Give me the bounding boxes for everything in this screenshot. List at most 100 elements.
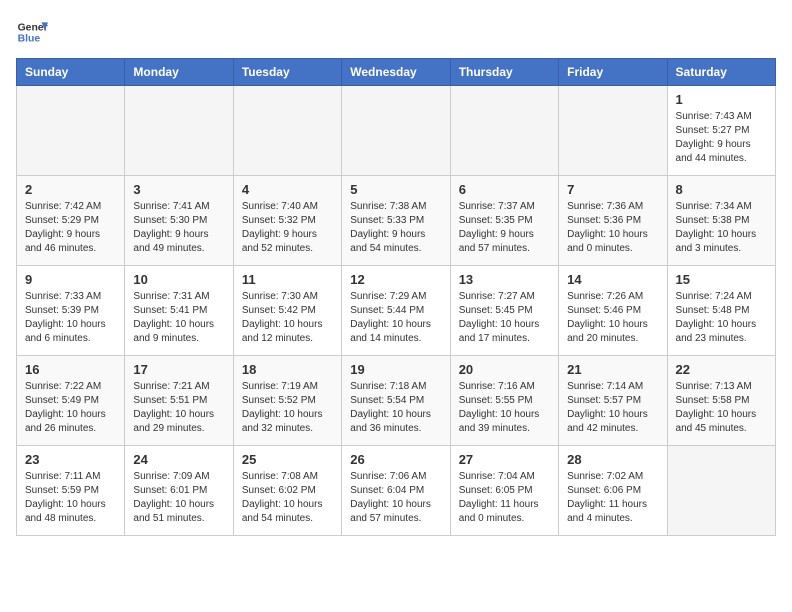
day-number: 28 [567,452,658,467]
calendar-cell [667,446,775,536]
day-info: Sunrise: 7:13 AM Sunset: 5:58 PM Dayligh… [676,380,767,436]
day-number: 20 [459,362,550,377]
calendar-cell: 21 Sunrise: 7:14 AM Sunset: 5:57 PM Dayli… [559,356,667,446]
calendar-cell: 28Sunrise: 7:02 AM Sunset: 6:06 PM Dayli… [559,446,667,536]
calendar-cell: 24 Sunrise: 7:09 AM Sunset: 6:01 PM Dayli… [125,446,233,536]
day-number: 11 [242,272,333,287]
day-info: Sunrise: 7:16 AM Sunset: 5:55 PM Dayligh… [459,380,550,436]
calendar-cell: 3 Sunrise: 7:41 AM Sunset: 5:30 PM Daylig… [125,176,233,266]
day-number: 16 [25,362,116,377]
calendar-cell: 16Sunrise: 7:22 AM Sunset: 5:49 PM Dayli… [17,356,125,446]
calendar-cell: 12 Sunrise: 7:29 AM Sunset: 5:44 PM Dayli… [342,266,450,356]
day-info: Sunrise: 7:30 AM Sunset: 5:42 PM Dayligh… [242,290,333,346]
calendar-cell: 10 Sunrise: 7:31 AM Sunset: 5:41 PM Dayli… [125,266,233,356]
calendar-cell: 26 Sunrise: 7:06 AM Sunset: 6:04 PM Dayli… [342,446,450,536]
calendar-cell: 11 Sunrise: 7:30 AM Sunset: 5:42 PM Dayli… [233,266,341,356]
day-info: Sunrise: 7:40 AM Sunset: 5:32 PM Dayligh… [242,200,333,256]
day-number: 21 [567,362,658,377]
weekday-header: Wednesday [342,59,450,86]
calendar-cell: 15 Sunrise: 7:24 AM Sunset: 5:48 PM Dayli… [667,266,775,356]
day-info: Sunrise: 7:04 AM Sunset: 6:05 PM Dayligh… [459,470,550,526]
calendar-table: SundayMondayTuesdayWednesdayThursdayFrid… [16,58,776,536]
calendar-week-row: 23 Sunrise: 7:11 AM Sunset: 5:59 PM Dayli… [17,446,776,536]
day-number: 13 [459,272,550,287]
calendar-cell: 4 Sunrise: 7:40 AM Sunset: 5:32 PM Daylig… [233,176,341,266]
day-number: 10 [133,272,224,287]
day-number: 7 [567,182,658,197]
calendar-cell: 5 Sunrise: 7:38 AM Sunset: 5:33 PM Daylig… [342,176,450,266]
calendar-cell: 14 Sunrise: 7:26 AM Sunset: 5:46 PM Dayli… [559,266,667,356]
day-number: 25 [242,452,333,467]
calendar-cell: 2 Sunrise: 7:42 AM Sunset: 5:29 PM Daylig… [17,176,125,266]
calendar-cell: 22 Sunrise: 7:13 AM Sunset: 5:58 PM Dayli… [667,356,775,446]
calendar-cell: 19 Sunrise: 7:18 AM Sunset: 5:54 PM Dayli… [342,356,450,446]
day-info: Sunrise: 7:36 AM Sunset: 5:36 PM Dayligh… [567,200,658,256]
weekday-header: Tuesday [233,59,341,86]
day-number: 5 [350,182,441,197]
day-number: 4 [242,182,333,197]
day-info: Sunrise: 7:21 AM Sunset: 5:51 PM Dayligh… [133,380,224,436]
day-info: Sunrise: 7:34 AM Sunset: 5:38 PM Dayligh… [676,200,767,256]
day-info: Sunrise: 7:19 AM Sunset: 5:52 PM Dayligh… [242,380,333,436]
calendar-cell: 27 Sunrise: 7:04 AM Sunset: 6:05 PM Dayli… [450,446,558,536]
day-info: Sunrise: 7:29 AM Sunset: 5:44 PM Dayligh… [350,290,441,346]
day-info: Sunrise: 7:24 AM Sunset: 5:48 PM Dayligh… [676,290,767,346]
day-number: 27 [459,452,550,467]
weekday-header: Sunday [17,59,125,86]
day-number: 19 [350,362,441,377]
weekday-header: Thursday [450,59,558,86]
page-header: General Blue [16,16,776,48]
day-number: 15 [676,272,767,287]
calendar-cell: 17 Sunrise: 7:21 AM Sunset: 5:51 PM Dayli… [125,356,233,446]
calendar-cell: 7 Sunrise: 7:36 AM Sunset: 5:36 PM Daylig… [559,176,667,266]
day-info: Sunrise: 7:27 AM Sunset: 5:45 PM Dayligh… [459,290,550,346]
day-number: 26 [350,452,441,467]
day-number: 8 [676,182,767,197]
day-number: 6 [459,182,550,197]
day-info: Sunrise: 7:42 AM Sunset: 5:29 PM Dayligh… [25,200,116,256]
logo: General Blue [16,16,48,48]
day-number: 22 [676,362,767,377]
weekday-header: Friday [559,59,667,86]
day-info: Sunrise: 7:18 AM Sunset: 5:54 PM Dayligh… [350,380,441,436]
calendar-week-row: 2 Sunrise: 7:42 AM Sunset: 5:29 PM Daylig… [17,176,776,266]
calendar-cell [450,86,558,176]
day-number: 2 [25,182,116,197]
day-info: Sunrise: 7:09 AM Sunset: 6:01 PM Dayligh… [133,470,224,526]
day-info: Sunrise: 7:26 AM Sunset: 5:46 PM Dayligh… [567,290,658,346]
calendar-cell: 6 Sunrise: 7:37 AM Sunset: 5:35 PM Daylig… [450,176,558,266]
calendar-week-row: 16Sunrise: 7:22 AM Sunset: 5:49 PM Dayli… [17,356,776,446]
day-info: Sunrise: 7:33 AM Sunset: 5:39 PM Dayligh… [25,290,116,346]
calendar-cell: 18 Sunrise: 7:19 AM Sunset: 5:52 PM Dayli… [233,356,341,446]
day-number: 17 [133,362,224,377]
day-info: Sunrise: 7:14 AM Sunset: 5:57 PM Dayligh… [567,380,658,436]
calendar-week-row: 9 Sunrise: 7:33 AM Sunset: 5:39 PM Daylig… [17,266,776,356]
day-number: 24 [133,452,224,467]
calendar-cell [125,86,233,176]
day-number: 12 [350,272,441,287]
day-info: Sunrise: 7:43 AM Sunset: 5:27 PM Dayligh… [676,110,767,166]
calendar-cell [233,86,341,176]
calendar-cell: 13 Sunrise: 7:27 AM Sunset: 5:45 PM Dayli… [450,266,558,356]
calendar-cell: 1 Sunrise: 7:43 AM Sunset: 5:27 PM Daylig… [667,86,775,176]
calendar-week-row: 1 Sunrise: 7:43 AM Sunset: 5:27 PM Daylig… [17,86,776,176]
day-info: Sunrise: 7:31 AM Sunset: 5:41 PM Dayligh… [133,290,224,346]
day-number: 1 [676,92,767,107]
day-info: Sunrise: 7:41 AM Sunset: 5:30 PM Dayligh… [133,200,224,256]
calendar-cell [559,86,667,176]
day-number: 3 [133,182,224,197]
calendar-cell: 23 Sunrise: 7:11 AM Sunset: 5:59 PM Dayli… [17,446,125,536]
calendar-cell: 20 Sunrise: 7:16 AM Sunset: 5:55 PM Dayli… [450,356,558,446]
day-number: 23 [25,452,116,467]
day-info: Sunrise: 7:38 AM Sunset: 5:33 PM Dayligh… [350,200,441,256]
calendar-cell [17,86,125,176]
day-number: 14 [567,272,658,287]
day-number: 18 [242,362,333,377]
day-info: Sunrise: 7:11 AM Sunset: 5:59 PM Dayligh… [25,470,116,526]
weekday-header: Monday [125,59,233,86]
day-number: 9 [25,272,116,287]
day-info: Sunrise: 7:06 AM Sunset: 6:04 PM Dayligh… [350,470,441,526]
day-info: Sunrise: 7:08 AM Sunset: 6:02 PM Dayligh… [242,470,333,526]
calendar-cell [342,86,450,176]
day-info: Sunrise: 7:37 AM Sunset: 5:35 PM Dayligh… [459,200,550,256]
